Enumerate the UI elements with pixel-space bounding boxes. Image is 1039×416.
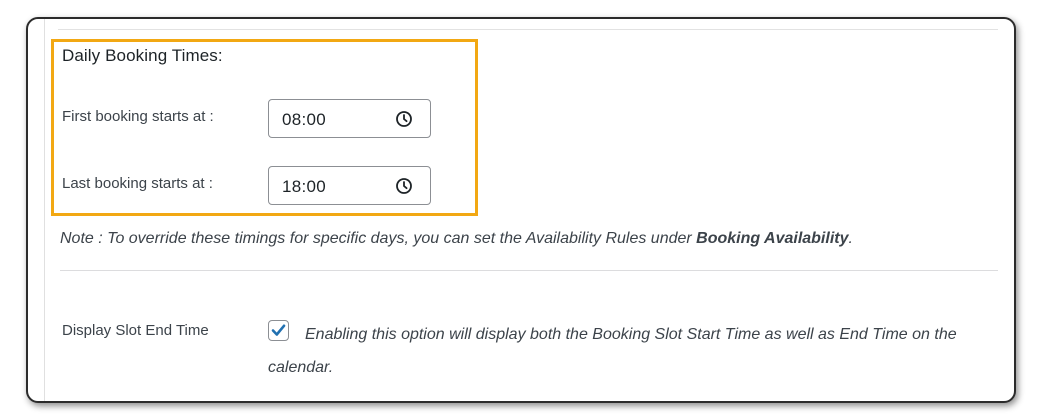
booking-availability-link[interactable]: Booking Availability xyxy=(696,230,848,247)
note-suffix: . xyxy=(848,230,853,247)
settings-panel: Daily Booking Times: First booking start… xyxy=(26,17,1016,403)
last-booking-time-input[interactable]: 18:00 xyxy=(268,166,431,205)
display-slot-end-time-checkbox[interactable] xyxy=(268,320,289,341)
first-booking-label: First booking starts at : xyxy=(62,108,214,125)
section-divider xyxy=(60,270,998,271)
first-booking-time-input[interactable]: 08:00 xyxy=(268,99,431,138)
last-booking-time-value: 18:00 xyxy=(282,177,327,196)
first-booking-time-value: 08:00 xyxy=(282,110,327,129)
clock-icon[interactable] xyxy=(395,177,413,195)
checkmark-icon xyxy=(271,324,286,336)
last-booking-label: Last booking starts at : xyxy=(62,175,213,192)
display-slot-end-time-label: Display Slot End Time xyxy=(62,322,209,339)
top-divider xyxy=(58,29,998,30)
clock-icon[interactable] xyxy=(395,110,413,128)
note-text: Note : To override these timings for spe… xyxy=(60,230,697,247)
daily-booking-times-title: Daily Booking Times: xyxy=(62,46,223,65)
override-note: Note : To override these timings for spe… xyxy=(60,230,853,248)
panel-left-border xyxy=(44,19,45,401)
display-slot-end-time-description: Enabling this option will display both t… xyxy=(268,326,957,376)
